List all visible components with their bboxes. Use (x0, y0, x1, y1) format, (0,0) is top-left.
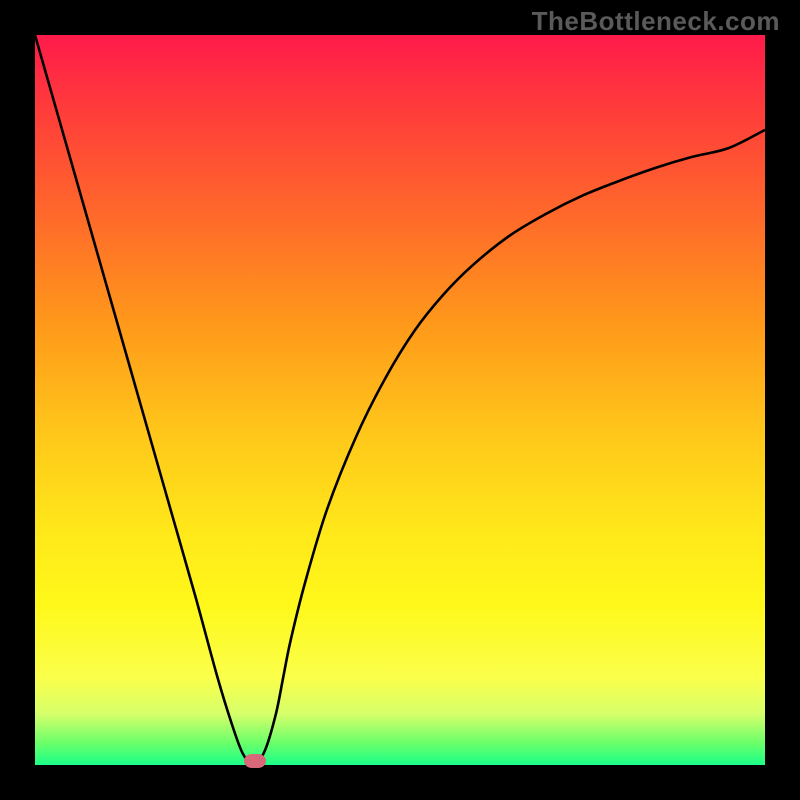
bottleneck-curve (35, 35, 765, 765)
chart-frame: TheBottleneck.com (0, 0, 800, 800)
watermark-text: TheBottleneck.com (532, 6, 780, 37)
plot-area (35, 35, 765, 765)
optimum-marker (244, 754, 266, 768)
